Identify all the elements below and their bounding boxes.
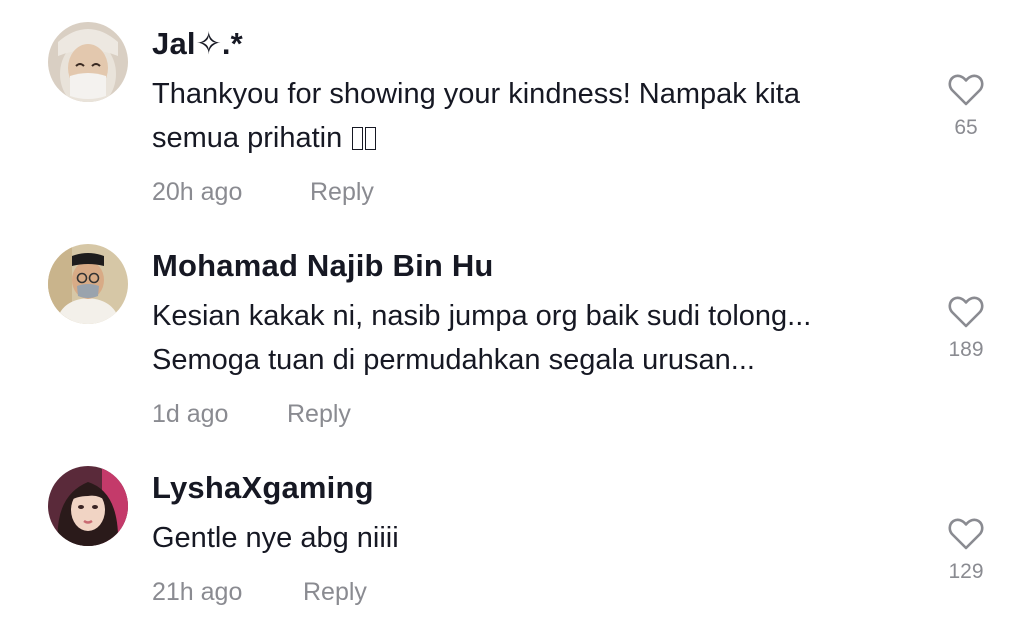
comment-text-fragment: semua prihatin — [152, 122, 343, 154]
like-count: 65 — [954, 116, 978, 139]
comment-text-line: Thankyou for showing your kindness! Namp… — [152, 78, 800, 110]
like-button[interactable]: 189 — [930, 296, 1002, 362]
comment-meta: 20h ago Reply — [152, 178, 374, 207]
username[interactable]: Mohamad Najib Bin Hu — [152, 248, 494, 284]
username[interactable]: LyshaXgaming — [152, 470, 374, 506]
comment-item: Jal✧.* Thankyou for showing your kindnes… — [0, 0, 1036, 222]
username[interactable]: Jal✧.* — [152, 26, 243, 62]
comment-meta: 21h ago Reply — [152, 578, 367, 607]
avatar-masked-woman-icon — [48, 22, 128, 102]
comment-item: LyshaXgaming Gentle nye abg niiii 21h ag… — [0, 444, 1036, 634]
like-count: 189 — [948, 338, 984, 361]
like-button[interactable]: 129 — [930, 518, 1002, 584]
comment-meta: 1d ago Reply — [152, 400, 351, 429]
reply-button[interactable]: Reply — [303, 578, 367, 607]
comment-text: Kesian kakak ni, nasib jumpa org baik su… — [152, 294, 892, 382]
comment-timestamp: 1d ago — [152, 400, 229, 428]
reply-button[interactable]: Reply — [287, 400, 351, 429]
like-count: 129 — [948, 560, 984, 583]
missing-emoji-icon — [352, 127, 364, 150]
comment-text: Gentle nye abg niiii — [152, 516, 892, 560]
comment-text-line: Gentle nye abg niiii — [152, 522, 399, 554]
like-button[interactable]: 65 — [930, 74, 1002, 140]
comment-timestamp: 20h ago — [152, 178, 243, 206]
comment-text-line: semua prihatin — [152, 116, 892, 160]
heart-icon — [948, 74, 984, 106]
avatar[interactable] — [48, 466, 128, 546]
avatar[interactable] — [48, 22, 128, 102]
heart-icon — [948, 518, 984, 550]
reply-button[interactable]: Reply — [310, 178, 374, 207]
avatar[interactable] — [48, 244, 128, 324]
comment-text-line: Semoga tuan di permudahkan segala urusan… — [152, 344, 755, 376]
comment-item: Mohamad Najib Bin Hu Kesian kakak ni, na… — [0, 222, 1036, 444]
comment-text: Thankyou for showing your kindness! Namp… — [152, 72, 892, 160]
comment-text-line: Kesian kakak ni, nasib jumpa org baik su… — [152, 300, 812, 332]
comment-timestamp: 21h ago — [152, 578, 243, 606]
avatar-young-woman-icon — [48, 466, 128, 546]
missing-emoji-icon — [365, 127, 377, 150]
heart-icon — [948, 296, 984, 328]
avatar-man-with-songkok-icon — [48, 244, 128, 324]
